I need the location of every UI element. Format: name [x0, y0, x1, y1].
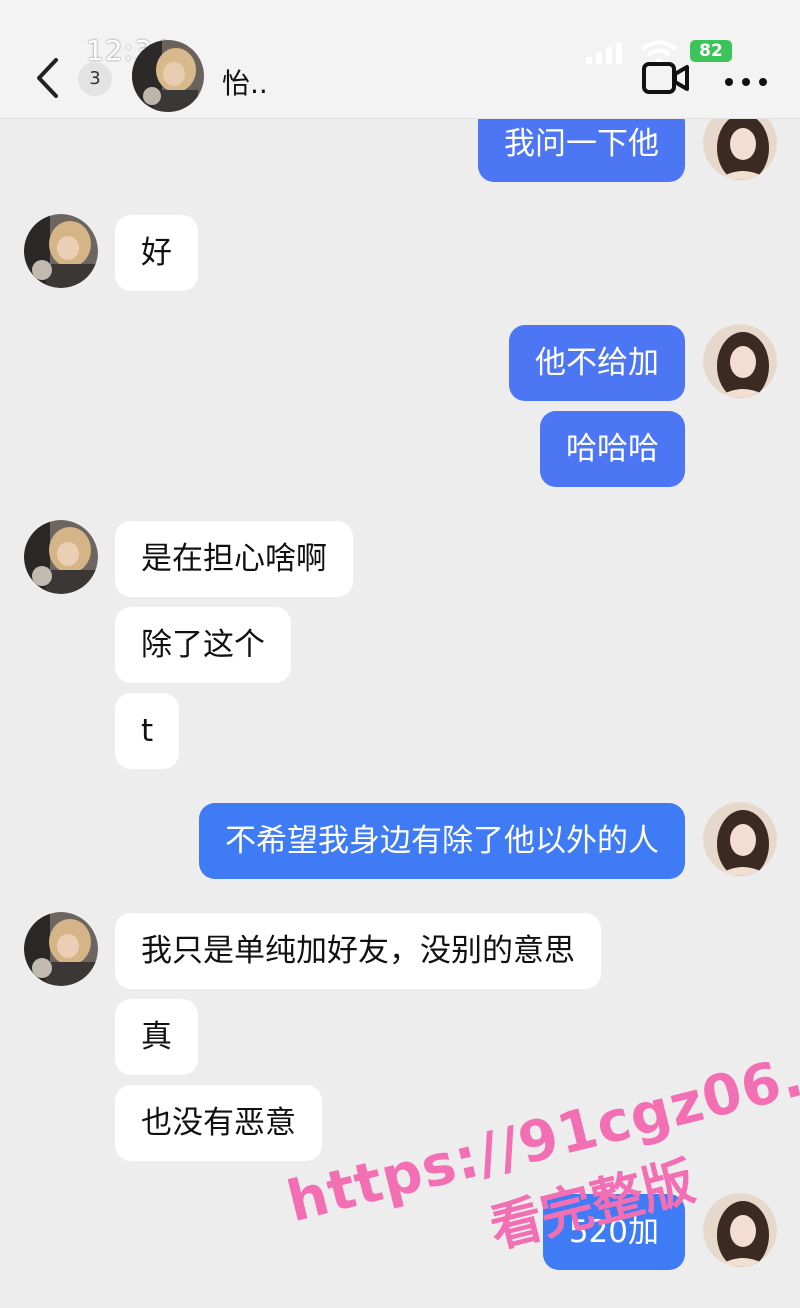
contact-name[interactable]: 怡..	[222, 62, 268, 102]
message-bubble-sent[interactable]: 哈哈哈	[540, 411, 685, 487]
my-avatar[interactable]	[703, 1193, 777, 1267]
message-bubble-received[interactable]: t	[115, 693, 180, 769]
message-bubble-received[interactable]: 我只是单纯加好友，没别的意思	[115, 913, 601, 989]
message-bubble-received[interactable]: 除了这个	[115, 607, 291, 683]
contact-avatar[interactable]	[24, 912, 98, 986]
chat-header: 12:34 82 3 怡..	[0, 0, 800, 119]
message-bubble-received[interactable]: 也没有恶意	[115, 1085, 322, 1161]
video-call-icon[interactable]	[642, 60, 690, 100]
message-bubble-sent[interactable]: 他不给加	[509, 325, 685, 401]
contact-avatar[interactable]	[132, 40, 204, 116]
battery-icon: 82	[690, 40, 732, 62]
signal-icon	[586, 42, 630, 68]
contact-avatar[interactable]	[24, 520, 98, 594]
my-avatar[interactable]	[703, 324, 777, 398]
message-bubble-sent[interactable]: 520加	[542, 1194, 685, 1270]
unread-count-badge[interactable]: 3	[78, 62, 112, 96]
back-icon[interactable]	[34, 58, 60, 102]
contact-avatar[interactable]	[24, 214, 98, 288]
message-bubble-sent[interactable]: 不希望我身边有除了他以外的人	[199, 803, 685, 879]
message-bubble-received[interactable]: 好	[115, 215, 198, 291]
my-avatar[interactable]	[703, 802, 777, 876]
message-bubble-received[interactable]: 真	[115, 999, 198, 1075]
message-bubble-received[interactable]: 是在担心啥啊	[115, 521, 353, 597]
more-icon[interactable]	[724, 72, 768, 91]
